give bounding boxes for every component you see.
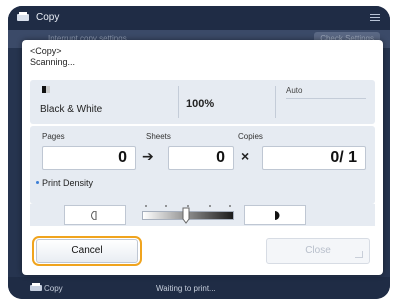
arrow-icon: ➔ [142,148,154,164]
density-controls [30,204,375,226]
dialog-status: Scanning... [30,57,76,67]
pages-label: Pages [42,132,65,141]
settings-summary: Black & White 100% Auto [30,80,375,124]
sheets-count: 0 [168,146,234,170]
density-slider-thumb[interactable] [181,206,191,224]
sheets-label: Sheets [146,132,171,141]
title-bar: Copy [8,6,390,30]
print-density-label: Print Density [42,178,94,188]
pages-count: 0 [42,146,136,170]
half-circle-dark-icon [275,211,280,220]
dialog-title: <Copy> [30,46,62,56]
dialog-header: <Copy> Scanning... [30,46,75,68]
color-mode-label: Black & White [40,104,103,115]
copies-count: 0/ 1 [262,146,366,170]
density-darker-button[interactable] [244,205,306,225]
bullet-icon [36,181,39,184]
copies-label: Copies [238,132,263,141]
close-button: Close [266,238,370,264]
black-white-icon [42,86,50,93]
paper-underline [286,98,366,99]
job-counters: Pages Sheets Copies 0 ➔ 0 × 0/ 1 Print D… [30,126,375,204]
half-circle-light-icon [91,211,97,220]
divider [178,86,179,118]
job-type-label: Copy [44,284,63,293]
status-message: Waiting to print... [156,284,216,293]
paper-select-label: Auto [286,86,303,95]
cancel-button[interactable]: Cancel [36,239,138,263]
status-bar: Copy Waiting to print... [8,277,390,299]
close-button-label: Close [305,245,331,256]
cancel-button-focus[interactable]: Cancel [32,236,142,266]
menu-icon[interactable] [370,14,380,22]
copy-ratio: 100% [186,98,215,110]
density-lighter-button[interactable] [64,205,126,225]
scanning-dialog: <Copy> Scanning... Black & White 100% Au… [22,40,383,275]
copy-icon [17,12,29,21]
app-title: Copy [36,12,60,23]
times-icon: × [241,148,250,164]
enter-icon [355,251,363,258]
divider [275,86,276,118]
copy-icon [30,283,42,291]
